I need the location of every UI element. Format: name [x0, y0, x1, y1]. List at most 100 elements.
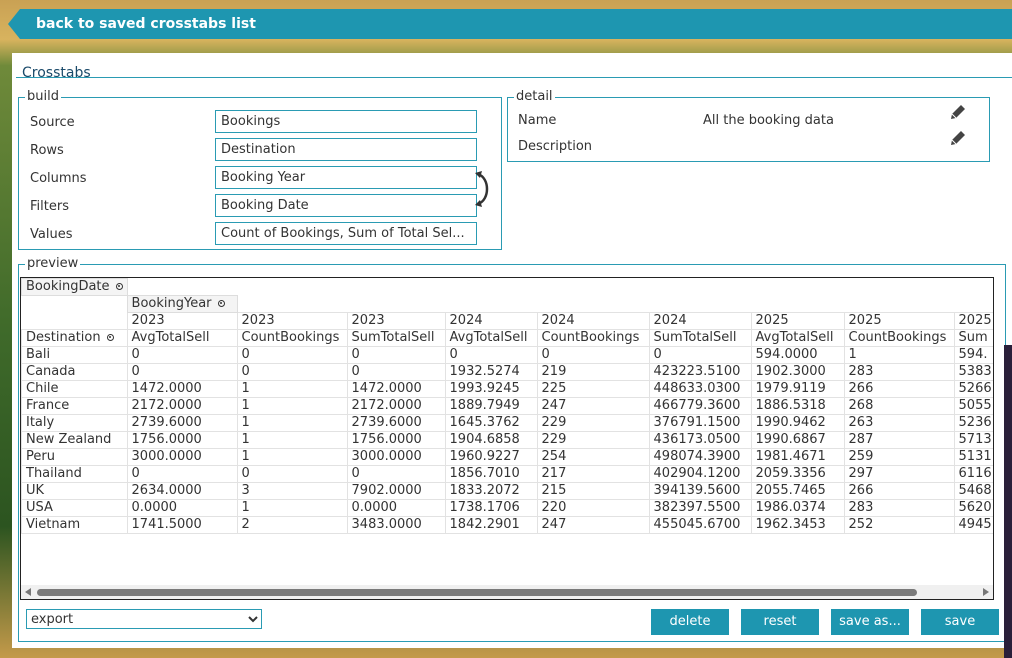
table-cell: 0 — [126, 465, 238, 483]
row-header-cell: Thailand — [21, 465, 128, 483]
background-edge — [1004, 345, 1012, 658]
filters-label: Filters — [30, 199, 69, 214]
row-field-chip[interactable]: Destination — [21, 329, 128, 347]
back-to-list-button[interactable]: back to saved crosstabs list — [8, 9, 1012, 39]
table-cell: 5236 — [953, 414, 993, 432]
edit-name-pencil-icon[interactable] — [949, 103, 967, 121]
row-header-cell: Vietnam — [21, 516, 128, 534]
save-as-button[interactable]: save as... — [831, 609, 909, 635]
table-row: Vietnam 1741.5000 2 3483.0000 1842.2901 247 45… — [21, 516, 993, 534]
table-cell: 0 — [126, 363, 238, 381]
table-cell: 2739.6000 — [126, 414, 238, 432]
year-header-cell: 2025 — [953, 312, 993, 330]
source-label: Source — [30, 115, 75, 130]
table-cell: 3000.0000 — [346, 448, 446, 466]
crosstab-grid[interactable]: BookingDate BookingYear 2023 2023 2023 2024… — [20, 277, 994, 600]
row-header-cell: Italy — [21, 414, 128, 432]
column-field-chip[interactable]: BookingYear — [126, 295, 238, 313]
year-header-cell: 2023 — [126, 312, 238, 330]
table-cell: 5055 — [953, 397, 993, 415]
year-header-cell: 2025 — [750, 312, 845, 330]
table-cell: 0 — [346, 465, 446, 483]
table-cell: 0.0000 — [126, 499, 238, 517]
source-field[interactable]: Bookings — [215, 110, 477, 133]
table-cell: 1932.5274 — [444, 363, 538, 381]
table-cell: 1756.0000 — [346, 431, 446, 449]
table-cell: 455045.6700 — [648, 516, 752, 534]
filter-field-chip[interactable]: BookingDate — [21, 278, 128, 296]
table-cell: 436173.0500 — [648, 431, 752, 449]
measure-header-cell: AvgTotalSell — [444, 329, 538, 347]
export-select[interactable]: export — [26, 609, 262, 629]
table-cell: 1472.0000 — [346, 380, 446, 398]
table-cell: 0 — [236, 465, 348, 483]
page-title: Crosstabs — [22, 65, 91, 81]
scroll-right-icon[interactable] — [983, 588, 989, 596]
table-cell: 0 — [126, 346, 238, 364]
table-cell: 0 — [346, 346, 446, 364]
year-header-cell: 2025 — [843, 312, 955, 330]
table-cell: 1856.7010 — [444, 465, 538, 483]
table-cell: 229 — [536, 431, 650, 449]
values-label: Values — [30, 227, 73, 242]
table-cell: 376791.1500 — [648, 414, 752, 432]
reset-button[interactable]: reset — [741, 609, 819, 635]
columns-field[interactable]: Booking Year — [215, 166, 477, 189]
table-cell: 0 — [236, 346, 348, 364]
measure-header-cell: CountBookings — [843, 329, 955, 347]
table-cell: 1990.6867 — [750, 431, 845, 449]
table-cell: 1986.0374 — [750, 499, 845, 517]
table-cell: 5620 — [953, 499, 993, 517]
filters-field[interactable]: Booking Date — [215, 194, 477, 217]
row-sort-icon[interactable] — [106, 334, 114, 341]
row-header-cell: UK — [21, 482, 128, 500]
table-cell: 2172.0000 — [126, 397, 238, 415]
edit-description-pencil-icon[interactable] — [949, 129, 967, 147]
filter-sort-icon[interactable] — [115, 283, 123, 290]
table-cell: 0 — [444, 346, 538, 364]
measure-header-cell: SumTotalSell — [346, 329, 446, 347]
save-button[interactable]: save — [921, 609, 999, 635]
table-cell: 1904.6858 — [444, 431, 538, 449]
table-cell: 5713 — [953, 431, 993, 449]
table-row: Peru 3000.0000 1 3000.0000 1960.9227 254 49807… — [21, 448, 993, 466]
back-to-list-label: back to saved crosstabs list — [36, 16, 256, 32]
table-cell: 0 — [536, 346, 650, 364]
swap-arrows-icon[interactable] — [474, 170, 494, 208]
horizontal-scrollbar[interactable] — [21, 585, 993, 599]
values-field[interactable]: Count of Bookings, Sum of Total Sel... — [215, 222, 477, 245]
table-cell: 1645.3762 — [444, 414, 538, 432]
rows-label: Rows — [30, 143, 64, 158]
table-cell: 466779.3600 — [648, 397, 752, 415]
rows-field[interactable]: Destination — [215, 138, 477, 161]
column-sort-icon[interactable] — [217, 300, 225, 307]
table-cell: 1 — [236, 380, 348, 398]
table-cell: 2172.0000 — [346, 397, 446, 415]
table-cell: 1 — [236, 414, 348, 432]
table-cell: 220 — [536, 499, 650, 517]
table-cell: 1981.4671 — [750, 448, 845, 466]
table-cell: 219 — [536, 363, 650, 381]
table-cell: 5468 — [953, 482, 993, 500]
description-label: Description — [518, 139, 593, 154]
title-divider — [16, 77, 1012, 78]
table-cell: 0 — [648, 346, 752, 364]
scroll-left-icon[interactable] — [25, 588, 31, 596]
name-value: All the booking data — [703, 113, 834, 128]
table-cell: 297 — [843, 465, 955, 483]
row-field-label: Destination — [26, 330, 101, 345]
table-cell: 247 — [536, 516, 650, 534]
scrollbar-thumb[interactable] — [37, 589, 917, 596]
table-cell: 1902.3000 — [750, 363, 845, 381]
build-section: build Source Bookings Rows Destination C… — [18, 89, 502, 250]
table-row: Thailand 0 0 0 1856.7010 217 402904.1200 2059.3… — [21, 465, 993, 483]
table-cell: 1756.0000 — [126, 431, 238, 449]
table-cell: 0 — [236, 363, 348, 381]
detail-legend: detail — [514, 89, 555, 105]
delete-button[interactable]: delete — [651, 609, 729, 635]
table-row: Canada 0 0 0 1932.5274 219 423223.5100 1902.300… — [21, 363, 993, 381]
table-cell: 1 — [236, 499, 348, 517]
table-cell: 254 — [536, 448, 650, 466]
year-header-cell: 2024 — [648, 312, 752, 330]
table-cell: 5383 — [953, 363, 993, 381]
